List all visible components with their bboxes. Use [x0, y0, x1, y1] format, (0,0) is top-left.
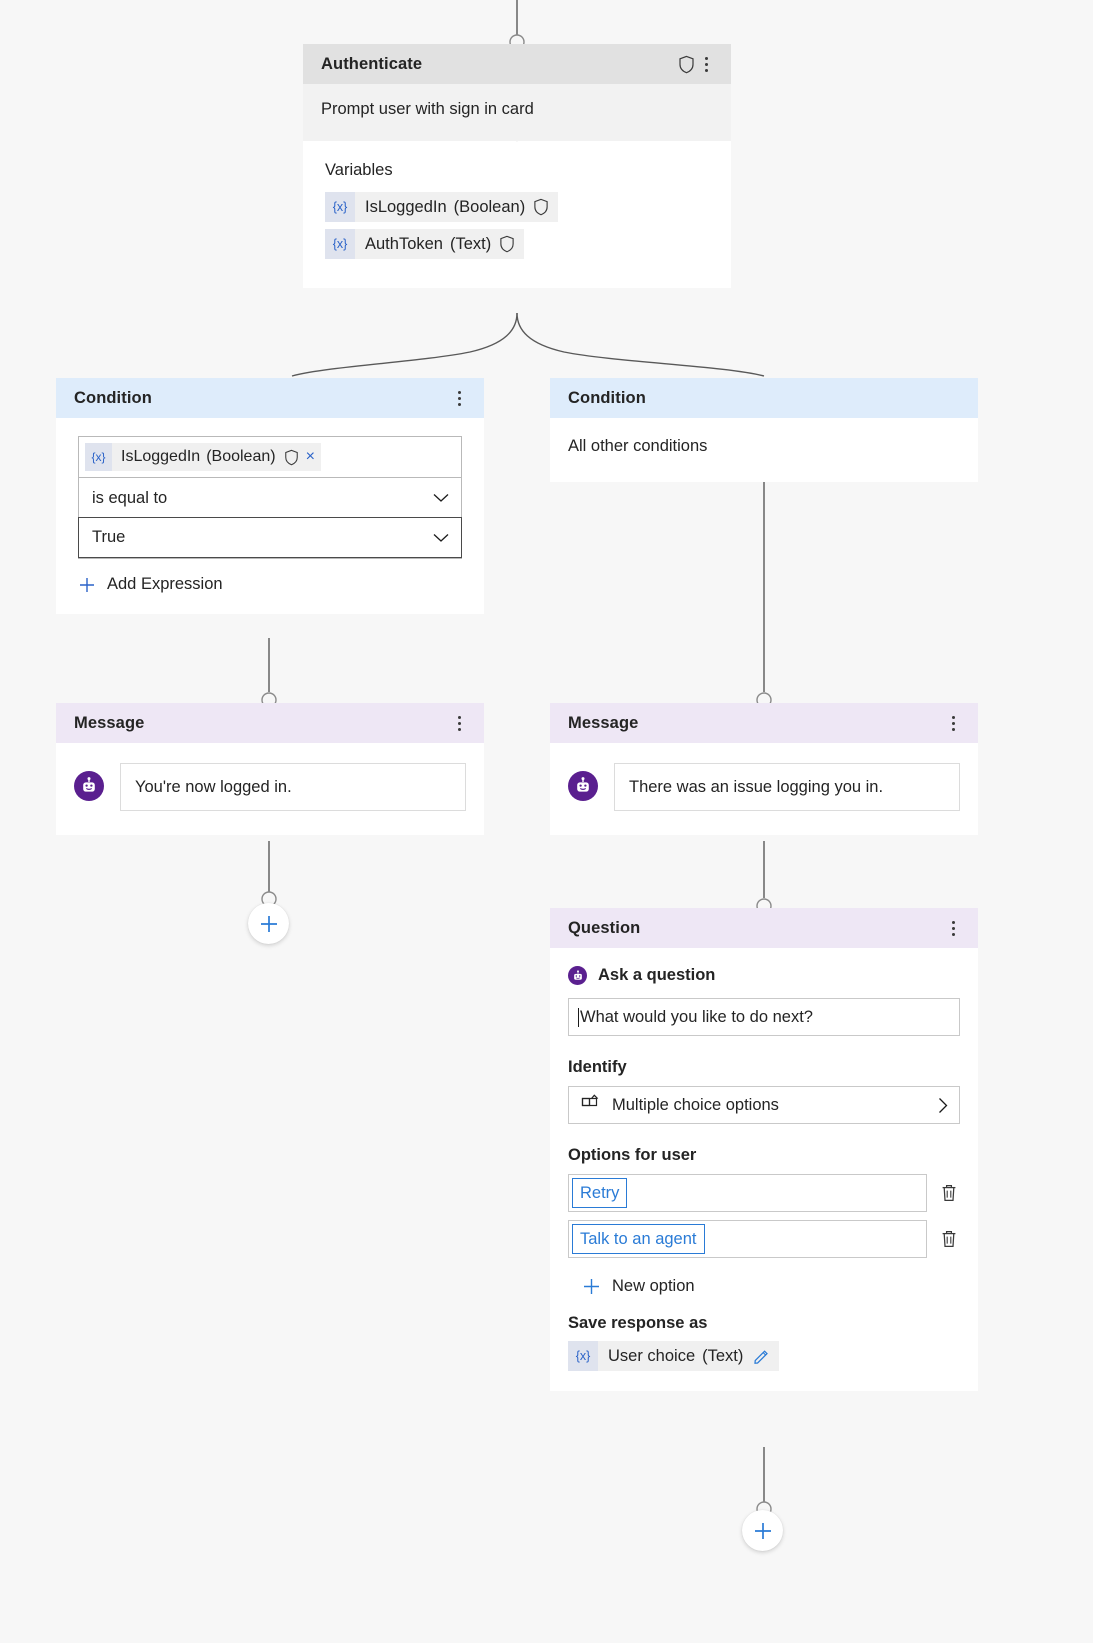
response-variable-chip[interactable]: {x} User choice (Text): [568, 1341, 780, 1371]
condition-left-body: {x} IsLoggedIn (Boolean) × is equal to T…: [56, 418, 484, 614]
bot-avatar-icon: [568, 771, 598, 801]
variable-name: IsLoggedIn: [121, 448, 201, 465]
expression-token-icon: {x}: [325, 192, 355, 222]
condition-value-select[interactable]: True: [78, 517, 462, 558]
shield-icon: [678, 55, 695, 74]
option-input[interactable]: Retry: [568, 1174, 927, 1212]
option-pill[interactable]: Retry: [572, 1178, 628, 1208]
shield-icon: [533, 198, 549, 216]
new-option-button[interactable]: New option: [568, 1266, 960, 1300]
question-text-input[interactable]: What would you like to do next?: [568, 998, 960, 1036]
variable-chip[interactable]: {x} AuthToken (Text): [325, 229, 525, 259]
close-icon[interactable]: ×: [306, 449, 315, 465]
flow-canvas[interactable]: Authenticate Prompt user with sign in ca…: [0, 0, 1093, 1643]
option-pill[interactable]: Talk to an agent: [572, 1224, 705, 1254]
message-right-text[interactable]: There was an issue logging you in.: [614, 763, 960, 811]
message-left-title: Message: [74, 713, 145, 732]
authenticate-variables-section: Variables {x} IsLoggedIn (Boolean) {x} A…: [303, 141, 731, 288]
chevron-down-icon: [433, 533, 449, 543]
variable-type: (Text): [702, 1346, 744, 1365]
expression-token-icon: {x}: [325, 229, 355, 259]
add-expression-button[interactable]: Add Expression: [56, 559, 484, 614]
question-text-value: What would you like to do next?: [580, 1007, 813, 1026]
add-expression-label: Add Expression: [107, 575, 223, 593]
plus-icon: [78, 576, 96, 594]
text-caret: [578, 1007, 579, 1027]
authenticate-notch: [502, 129, 532, 142]
condition-left-more-menu[interactable]: [448, 385, 470, 411]
authenticate-more-menu[interactable]: [695, 51, 717, 77]
node-message-failure[interactable]: Message There was an issue logging you i…: [550, 703, 978, 835]
message-right-title: Message: [568, 713, 639, 732]
identify-select[interactable]: Multiple choice options: [568, 1086, 960, 1124]
new-option-label: New option: [612, 1277, 695, 1295]
variable-chip[interactable]: {x} IsLoggedIn (Boolean): [325, 192, 559, 222]
shield-icon: [499, 235, 515, 253]
authenticate-title: Authenticate: [321, 54, 423, 73]
delete-option-icon[interactable]: [938, 1229, 960, 1249]
question-more-menu[interactable]: [942, 915, 964, 941]
bot-avatar-icon: [568, 966, 587, 985]
node-condition-true[interactable]: Condition {x} IsLoggedIn (Boolean) × is …: [56, 378, 484, 614]
message-left-text[interactable]: You're now logged in.: [120, 763, 466, 811]
variables-label: Variables: [325, 161, 393, 179]
question-header: Question: [550, 908, 978, 948]
message-right-body: There was an issue logging you in.: [550, 743, 978, 835]
option-row: Retry: [568, 1174, 960, 1212]
condition-operator-select[interactable]: is equal to: [79, 477, 461, 518]
option-input[interactable]: Talk to an agent: [568, 1220, 927, 1258]
chevron-right-icon: [938, 1097, 949, 1114]
variable-type: (Boolean): [453, 197, 526, 216]
variable-name: AuthToken: [365, 234, 443, 253]
chevron-down-icon: [433, 493, 449, 503]
variable-name: IsLoggedIn: [365, 197, 447, 216]
condition-value: True: [92, 528, 126, 546]
delete-option-icon[interactable]: [938, 1183, 960, 1203]
add-node-button-left-branch[interactable]: [248, 903, 289, 944]
identify-value: Multiple choice options: [612, 1095, 779, 1114]
question-title: Question: [568, 918, 641, 937]
options-for-user-label: Options for user: [568, 1146, 697, 1164]
edit-pencil-icon[interactable]: [753, 1348, 770, 1365]
expression-token-icon: {x}: [568, 1341, 598, 1371]
plus-icon: [754, 1522, 771, 1539]
node-condition-other[interactable]: Condition All other conditions: [550, 378, 978, 482]
message-left-more-menu[interactable]: [448, 710, 470, 736]
multiple-choice-icon: [581, 1093, 600, 1117]
node-message-success[interactable]: Message You're now logged in.: [56, 703, 484, 835]
condition-right-title: Condition: [568, 388, 646, 407]
expression-token-icon: {x}: [85, 443, 112, 471]
condition-left-header: Condition: [56, 378, 484, 418]
condition-right-body: All other conditions: [568, 437, 708, 455]
condition-operator-value: is equal to: [92, 488, 168, 507]
ask-a-question-label: Ask a question: [598, 966, 716, 984]
condition-variable-chip[interactable]: {x} IsLoggedIn (Boolean) ×: [85, 443, 321, 471]
option-row: Talk to an agent: [568, 1220, 960, 1258]
message-right-header: Message: [550, 703, 978, 743]
ask-a-question-row: Ask a question: [568, 966, 960, 985]
identify-label: Identify: [568, 1058, 627, 1076]
bot-avatar-icon: [74, 771, 104, 801]
variable-name: User choice: [608, 1346, 696, 1365]
variable-type: (Text): [449, 234, 492, 253]
shield-icon: [284, 449, 299, 466]
condition-left-title: Condition: [74, 388, 152, 407]
message-right-more-menu[interactable]: [942, 710, 964, 736]
plus-icon: [582, 1277, 601, 1296]
variable-type: (Boolean): [206, 448, 276, 465]
authenticate-subtitle-area: Prompt user with sign in card: [303, 84, 731, 142]
message-left-header: Message: [56, 703, 484, 743]
message-left-body: You're now logged in.: [56, 743, 484, 835]
expression-variable-row[interactable]: {x} IsLoggedIn (Boolean) ×: [79, 437, 461, 477]
save-response-as-label: Save response as: [568, 1314, 708, 1332]
question-body: Ask a question What would you like to do…: [550, 948, 978, 1391]
expression-builder[interactable]: {x} IsLoggedIn (Boolean) × is equal to T…: [78, 436, 462, 559]
authenticate-subtitle: Prompt user with sign in card: [321, 100, 534, 118]
add-node-button-bottom[interactable]: [742, 1510, 783, 1551]
authenticate-header: Authenticate: [303, 44, 731, 84]
condition-right-header: Condition: [550, 378, 978, 418]
plus-icon: [260, 915, 277, 932]
node-authenticate[interactable]: Authenticate Prompt user with sign in ca…: [303, 44, 731, 288]
node-question[interactable]: Question Ask a question What would you l…: [550, 908, 978, 1391]
